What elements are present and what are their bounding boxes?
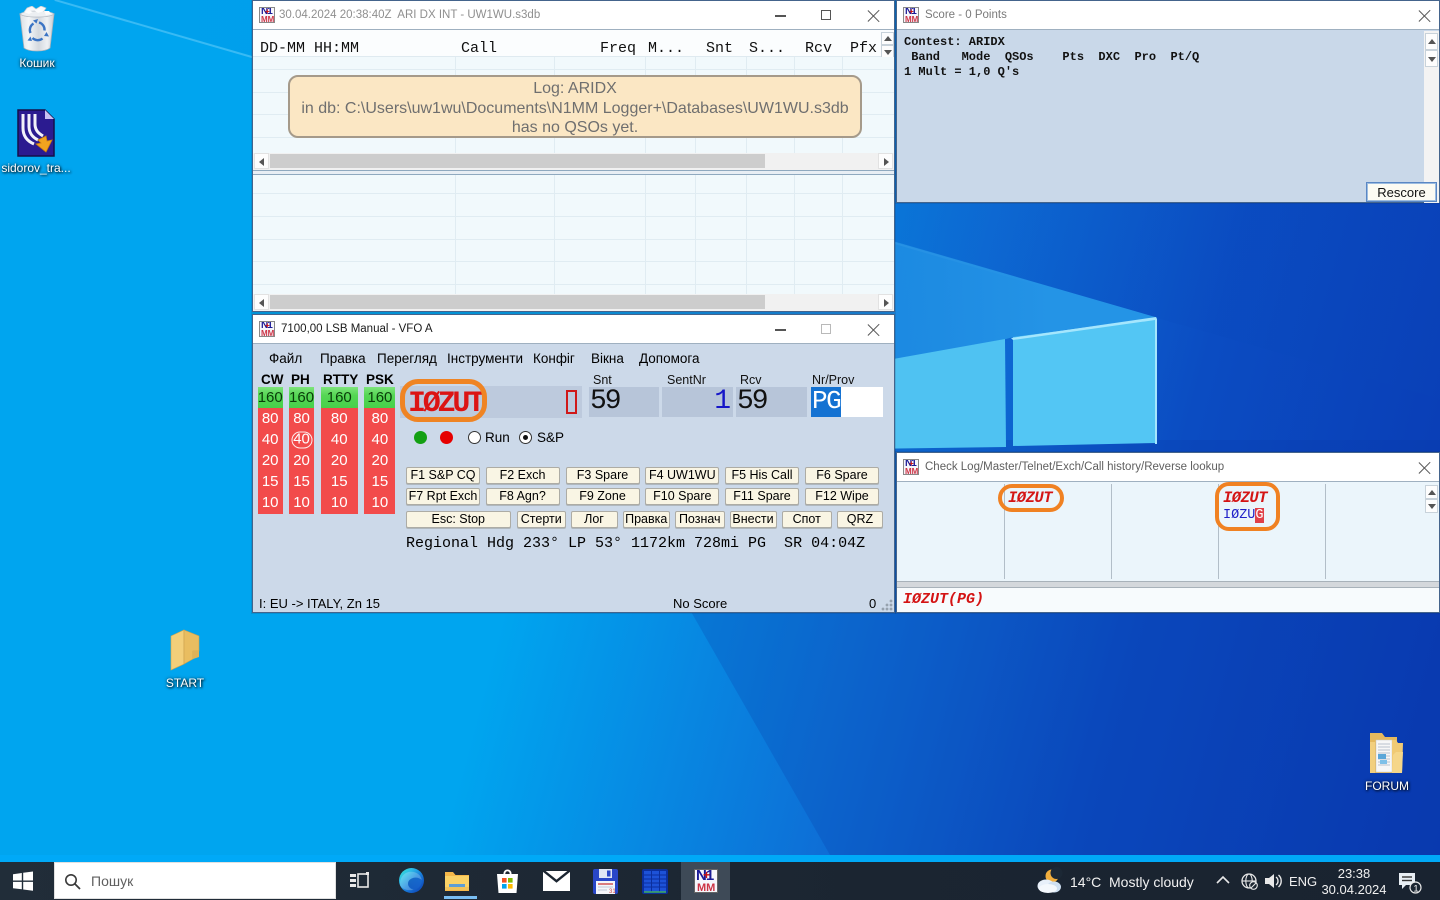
svg-text:31: 31	[609, 889, 616, 894]
svg-text:1: 1	[1414, 884, 1419, 894]
